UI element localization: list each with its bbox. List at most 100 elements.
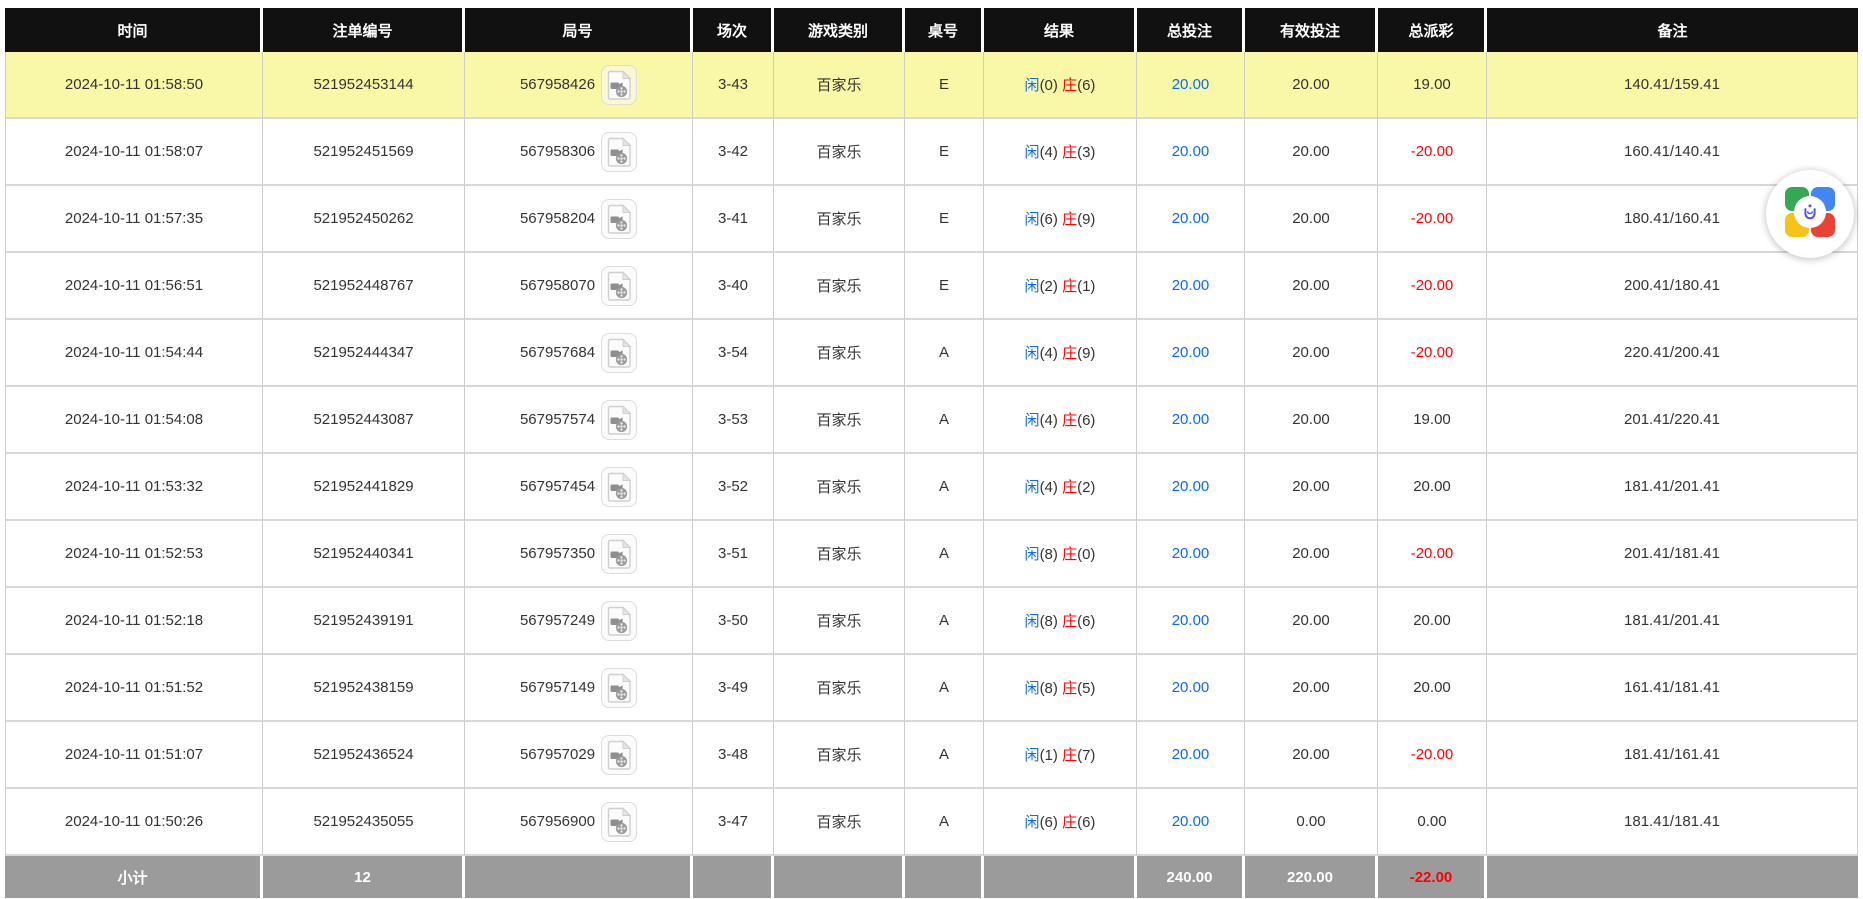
result-player-label: 闲 xyxy=(1025,680,1040,697)
cell-payout: 19.00 xyxy=(1378,52,1487,119)
video-playback-button[interactable] xyxy=(601,601,637,641)
round-number: 567958426 xyxy=(520,76,595,93)
round-number: 567957149 xyxy=(520,679,595,696)
result-player-label: 闲 xyxy=(1025,479,1040,496)
cell-total-bet: 20.00 xyxy=(1137,655,1245,722)
video-playback-button[interactable] xyxy=(601,400,637,440)
cell-result: 闲(0) 庄(6) xyxy=(984,52,1137,119)
cell-remark: 200.41/180.41 xyxy=(1487,253,1858,320)
cell-game-type: 百家乐 xyxy=(774,588,905,655)
cell-payout: 20.00 xyxy=(1378,588,1487,655)
cell-valid-bet: 0.00 xyxy=(1245,789,1378,856)
video-playback-icon xyxy=(606,539,632,569)
table-row[interactable]: 2024-10-11 01:51:07 521952436524 5679570… xyxy=(5,722,1858,789)
video-playback-button[interactable] xyxy=(601,467,637,507)
subtotal-empty-result xyxy=(984,856,1137,898)
table-row[interactable]: 2024-10-11 01:52:18 521952439191 5679572… xyxy=(5,588,1858,655)
cell-round: 567958070 xyxy=(465,253,693,320)
cell-time: 2024-10-11 01:56:51 xyxy=(5,253,263,320)
table-row[interactable]: 2024-10-11 01:53:32 521952441829 5679574… xyxy=(5,454,1858,521)
cell-remark: 181.41/201.41 xyxy=(1487,454,1858,521)
result-player-value: (8) xyxy=(1040,680,1058,697)
cell-remark: 181.41/181.41 xyxy=(1487,789,1858,856)
cell-round: 567956900 xyxy=(465,789,693,856)
round-number: 567957454 xyxy=(520,478,595,495)
table-row[interactable]: 2024-10-11 01:50:26 521952435055 5679569… xyxy=(5,789,1858,856)
cell-session: 3-53 xyxy=(693,387,774,454)
round-number: 567958306 xyxy=(520,143,595,160)
result-player-label: 闲 xyxy=(1025,546,1040,563)
cell-game-type: 百家乐 xyxy=(774,722,905,789)
table-row[interactable]: 2024-10-11 01:58:50 521952453144 5679584… xyxy=(5,52,1858,119)
video-playback-button[interactable] xyxy=(601,199,637,239)
extension-floating-button[interactable] xyxy=(1766,170,1854,258)
cell-total-bet: 20.00 xyxy=(1137,454,1245,521)
cell-bet-id: 521952444347 xyxy=(263,320,465,387)
cell-result: 闲(8) 庄(0) xyxy=(984,521,1137,588)
video-playback-button[interactable] xyxy=(601,668,637,708)
subtotal-count: 12 xyxy=(263,856,465,898)
result-banker-label: 庄 xyxy=(1062,479,1077,496)
video-playback-button[interactable] xyxy=(601,266,637,306)
result-banker-value: (0) xyxy=(1077,546,1095,563)
video-playback-button[interactable] xyxy=(601,65,637,105)
table-row[interactable]: 2024-10-11 01:56:51 521952448767 5679580… xyxy=(5,253,1858,320)
cell-valid-bet: 20.00 xyxy=(1245,119,1378,186)
result-player-label: 闲 xyxy=(1025,278,1040,295)
cell-payout: -20.00 xyxy=(1378,722,1487,789)
result-banker-value: (6) xyxy=(1077,814,1095,831)
cell-remark: 201.41/181.41 xyxy=(1487,521,1858,588)
cell-time: 2024-10-11 01:54:44 xyxy=(5,320,263,387)
cell-valid-bet: 20.00 xyxy=(1245,588,1378,655)
cell-bet-id: 521952436524 xyxy=(263,722,465,789)
cell-payout: -20.00 xyxy=(1378,320,1487,387)
result-player-value: (4) xyxy=(1040,412,1058,429)
cell-time: 2024-10-11 01:57:35 xyxy=(5,186,263,253)
cell-bet-id: 521952443087 xyxy=(263,387,465,454)
cell-time: 2024-10-11 01:54:08 xyxy=(5,387,263,454)
column-header-payout: 总派彩 xyxy=(1378,8,1487,52)
video-playback-button[interactable] xyxy=(601,802,637,842)
table-row[interactable]: 2024-10-11 01:51:52 521952438159 5679571… xyxy=(5,655,1858,722)
cell-bet-id: 521952450262 xyxy=(263,186,465,253)
cell-time: 2024-10-11 01:53:32 xyxy=(5,454,263,521)
cell-bet-id: 521952453144 xyxy=(263,52,465,119)
table-row[interactable]: 2024-10-11 01:52:53 521952440341 5679573… xyxy=(5,521,1858,588)
video-playback-button[interactable] xyxy=(601,735,637,775)
result-banker-label: 庄 xyxy=(1062,278,1077,295)
cell-game-type: 百家乐 xyxy=(774,655,905,722)
video-playback-button[interactable] xyxy=(601,132,637,172)
table-row[interactable]: 2024-10-11 01:58:07 521952451569 5679583… xyxy=(5,119,1858,186)
cell-total-bet: 20.00 xyxy=(1137,119,1245,186)
video-playback-button[interactable] xyxy=(601,534,637,574)
video-playback-icon xyxy=(606,137,632,167)
table-row[interactable]: 2024-10-11 01:54:44 521952444347 5679576… xyxy=(5,320,1858,387)
cell-round: 567957149 xyxy=(465,655,693,722)
cell-total-bet: 20.00 xyxy=(1137,52,1245,119)
table-row[interactable]: 2024-10-11 01:57:35 521952450262 5679582… xyxy=(5,186,1858,253)
table-body: 2024-10-11 01:58:50 521952453144 5679584… xyxy=(5,52,1858,856)
cell-valid-bet: 20.00 xyxy=(1245,52,1378,119)
cell-payout: 0.00 xyxy=(1378,789,1487,856)
cell-session: 3-47 xyxy=(693,789,774,856)
table-row[interactable]: 2024-10-11 01:54:08 521952443087 5679575… xyxy=(5,387,1858,454)
table-header: 时间注单编号局号场次游戏类别桌号结果总投注有效投注总派彩备注 xyxy=(5,8,1858,52)
subtotal-label: 小计 xyxy=(5,856,263,898)
cell-payout: -20.00 xyxy=(1378,119,1487,186)
round-number: 567958070 xyxy=(520,277,595,294)
column-header-time: 时间 xyxy=(5,8,263,52)
cell-result: 闲(1) 庄(7) xyxy=(984,722,1137,789)
video-playback-button[interactable] xyxy=(601,333,637,373)
cell-bet-id: 521952441829 xyxy=(263,454,465,521)
cell-table-no: E xyxy=(905,186,984,253)
cell-remark: 220.41/200.41 xyxy=(1487,320,1858,387)
cell-total-bet: 20.00 xyxy=(1137,387,1245,454)
subtotal-empty-remark xyxy=(1487,856,1858,898)
subtotal-empty-round xyxy=(465,856,693,898)
cell-payout: -20.00 xyxy=(1378,186,1487,253)
cell-round: 567957350 xyxy=(465,521,693,588)
result-player-value: (1) xyxy=(1040,747,1058,764)
column-header-bet_id: 注单编号 xyxy=(263,8,465,52)
result-banker-label: 庄 xyxy=(1062,144,1077,161)
cell-valid-bet: 20.00 xyxy=(1245,253,1378,320)
